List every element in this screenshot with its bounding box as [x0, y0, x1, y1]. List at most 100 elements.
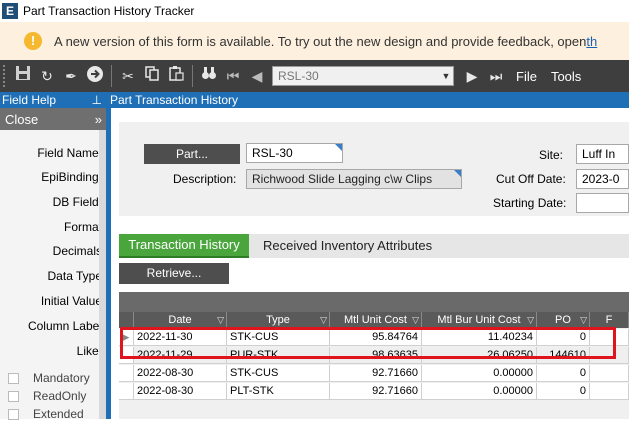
grid-group-area — [119, 292, 629, 312]
data-type-label: Data Type — [47, 269, 102, 283]
cutoff-date-label: Cut Off Date: — [496, 172, 566, 186]
last-record-icon[interactable]: ⏭ — [485, 65, 507, 87]
cutoff-date-value: 2023-0 — [582, 172, 620, 186]
cell-mtl-unit-cost[interactable]: 92.71660 — [330, 383, 422, 399]
column-header-label: F — [605, 314, 613, 326]
next-icon[interactable] — [84, 65, 106, 87]
cell-f[interactable] — [590, 365, 629, 381]
site-input[interactable]: Luff In — [576, 144, 629, 164]
toolbar-separator — [192, 65, 193, 87]
filter-icon[interactable]: ▽ — [412, 312, 419, 328]
cell-date[interactable]: 2022-08-30 — [134, 383, 227, 399]
record-combo-value: RSL-30 — [278, 69, 319, 83]
grid-header: Date ▽ Type ▽ Mtl Unit Cost ▽ Mtl Bur Unit … — [119, 312, 629, 328]
retrieve-button[interactable]: Retrieve... — [119, 263, 229, 284]
column-header-type[interactable]: Type ▽ — [227, 312, 330, 328]
highlight-annotation — [120, 327, 616, 359]
field-help-title: Field Help — [2, 93, 57, 107]
cell-mtl-bur-unit-cost[interactable]: 0.00000 — [422, 383, 537, 399]
table-row[interactable]: 2022-08-30 PLT-STK 92.71660 0.00000 0 — [119, 383, 629, 400]
column-header-label: Type — [266, 314, 290, 326]
row-indicator-icon[interactable] — [119, 383, 134, 399]
filter-icon[interactable]: ▽ — [320, 312, 327, 328]
readonly-checkbox[interactable]: ReadOnly — [8, 389, 86, 403]
save-icon[interactable] — [12, 65, 34, 87]
row-selector-header — [119, 312, 134, 328]
close-label[interactable]: Close — [5, 112, 38, 127]
column-header-label: PO — [555, 314, 571, 326]
search-binoculars-icon[interactable] — [198, 65, 220, 87]
first-record-icon[interactable]: ⏮ — [222, 65, 244, 87]
notification-link[interactable]: th — [586, 34, 597, 49]
part-form: Part... RSL-30 Description: Richwood Sli… — [119, 122, 629, 216]
column-header-mtl-unit-cost[interactable]: Mtl Unit Cost ▽ — [330, 312, 422, 328]
cell-date[interactable]: 2022-08-30 — [134, 365, 227, 381]
copy-icon[interactable] — [141, 65, 163, 87]
cell-mtl-unit-cost[interactable]: 92.71660 — [330, 365, 422, 381]
main-content: Part... RSL-30 Description: Richwood Sli… — [111, 108, 629, 419]
starting-date-label: Starting Date: — [493, 196, 567, 210]
chevron-down-icon[interactable]: ▼ — [439, 67, 453, 85]
column-header-label: Mtl Bur Unit Cost — [437, 314, 521, 326]
column-header-mtl-bur-unit-cost[interactable]: Mtl Bur Unit Cost ▽ — [422, 312, 537, 328]
epibinding-label: EpiBinding: — [41, 170, 102, 184]
field-name-label: Field Name: — [37, 146, 102, 160]
menu-file[interactable]: File — [516, 69, 537, 84]
readonly-label: ReadOnly — [33, 389, 87, 403]
checkbox-box[interactable] — [8, 372, 19, 384]
checkbox-box[interactable] — [8, 390, 19, 402]
filter-icon[interactable]: ▽ — [217, 312, 224, 328]
toolbar-grip[interactable] — [3, 65, 7, 87]
cell-type[interactable]: STK-CUS — [227, 365, 330, 381]
db-field-label: DB Field: — [52, 195, 102, 209]
record-combo[interactable]: RSL-30 ▼ — [272, 66, 454, 86]
pin-icon[interactable]: ⊥ — [92, 93, 102, 107]
main-panel: Part Transaction History Part... RSL-30 … — [106, 92, 629, 419]
cutoff-date-input[interactable]: 2023-0 — [576, 169, 629, 189]
cell-po[interactable]: 0 — [537, 383, 590, 399]
filter-icon[interactable]: ▽ — [580, 312, 587, 328]
paste-icon[interactable] — [165, 65, 187, 87]
row-indicator-icon[interactable] — [119, 365, 134, 381]
notification-bar: ! A new version of this form is availabl… — [0, 22, 629, 60]
mandatory-label: Mandatory — [33, 371, 90, 385]
field-help-header: Field Help ⊥ — [0, 92, 106, 108]
checkbox-box[interactable] — [8, 408, 19, 420]
mandatory-checkbox[interactable]: Mandatory — [8, 371, 90, 385]
field-help-scrollbar[interactable] — [99, 130, 106, 419]
column-header-po[interactable]: PO ▽ — [537, 312, 590, 328]
column-header-label: Date — [168, 314, 192, 326]
menu-tools[interactable]: Tools — [551, 69, 581, 84]
format-label: Format — [63, 220, 102, 234]
field-help-panel: Field Help ⊥ Close » Field Name: EpiBind… — [0, 92, 106, 421]
column-header-f[interactable]: F — [590, 312, 629, 328]
starting-date-input[interactable] — [576, 193, 629, 213]
field-help-close-bar[interactable]: Close » — [0, 108, 106, 130]
part-button[interactable]: Part... — [144, 144, 240, 164]
toolbar: ↻ ✒ ✂ ⏮ ◀ RSL-30 ▼ ▶ ⏭ File Tools — [0, 60, 629, 92]
cell-po[interactable]: 0 — [537, 365, 590, 381]
description-field: Richwood Slide Lagging c\w Clips — [246, 169, 462, 189]
filter-icon[interactable]: ▽ — [527, 312, 534, 328]
clear-icon[interactable]: ✒ — [60, 65, 82, 87]
main-panel-title: Part Transaction History — [110, 93, 239, 107]
column-header-label: Mtl Unit Cost — [344, 314, 407, 326]
column-header-date[interactable]: Date ▽ — [134, 312, 227, 328]
next-record-icon[interactable]: ▶ — [461, 65, 483, 87]
description-label: Description: — [173, 172, 237, 186]
table-row[interactable]: 2022-08-30 STK-CUS 92.71660 0.00000 0 — [119, 365, 629, 382]
collapse-icon[interactable]: » — [95, 112, 102, 127]
cell-type[interactable]: PLT-STK — [227, 383, 330, 399]
window-title: Part Transaction History Tracker — [23, 4, 195, 18]
part-input-value: RSL-30 — [252, 146, 293, 160]
toolbar-separator — [111, 65, 112, 87]
tab-received-inventory-attributes[interactable]: Received Inventory Attributes — [263, 234, 432, 258]
cell-mtl-bur-unit-cost[interactable]: 0.00000 — [422, 365, 537, 381]
previous-record-icon[interactable]: ◀ — [246, 65, 268, 87]
tab-transaction-history[interactable]: Transaction History — [119, 234, 249, 258]
refresh-icon[interactable]: ↻ — [36, 65, 58, 87]
cut-icon[interactable]: ✂ — [117, 65, 139, 87]
cell-f[interactable] — [590, 383, 629, 399]
notification-text: A new version of this form is available.… — [54, 33, 587, 49]
part-input[interactable]: RSL-30 — [246, 143, 343, 163]
